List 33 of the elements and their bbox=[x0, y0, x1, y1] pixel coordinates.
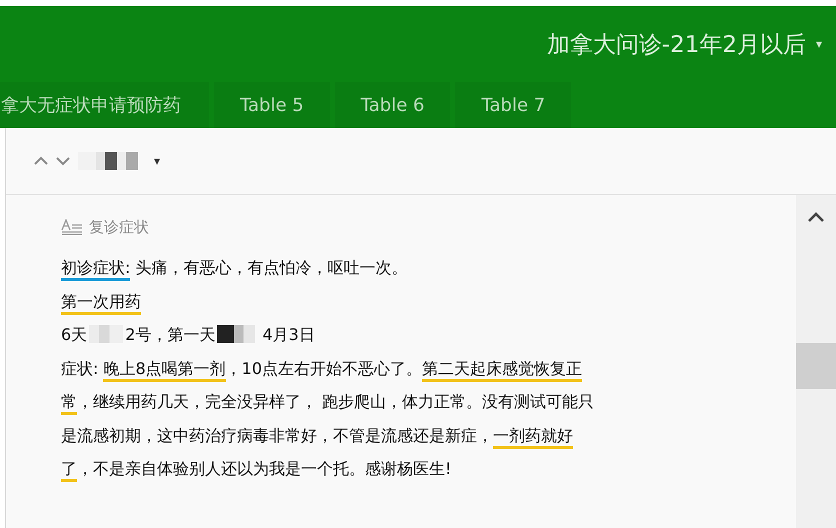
highlighted-phrase: 常 bbox=[61, 392, 77, 415]
note-text: ，继续用药几天，完全没异样了， 跑步爬山，体力正常。没有测试可能只 bbox=[77, 392, 594, 412]
highlighted-phrase: 一剂药就好 bbox=[493, 426, 573, 448]
note-text: ，不是亲自体验别人还以为我是一个托。感谢杨医生! bbox=[77, 459, 452, 479]
note-text: 是流感初期，这中药治疗病毒非常好，不管是流感还是新症， bbox=[61, 426, 493, 446]
highlighted-phrase: 初诊症状: bbox=[61, 258, 130, 281]
dropdown-caret-icon[interactable]: ▾ bbox=[816, 37, 822, 51]
note-text: 2号，第一天 bbox=[125, 325, 216, 345]
note-text: 症状: bbox=[61, 358, 100, 378]
redacted-name bbox=[78, 152, 138, 170]
highlighted-phrase: 了 bbox=[61, 459, 77, 482]
text-format-icon bbox=[61, 219, 83, 235]
chevron-down-icon[interactable] bbox=[56, 156, 70, 166]
highlighted-phrase: 第一次用药 bbox=[61, 292, 141, 314]
highlighted-phrase: 晚上8点喝第一剂 bbox=[103, 358, 226, 382]
redacted-text bbox=[89, 325, 124, 343]
spreadsheet-title[interactable]: 加拿大问诊-21年2月以后 bbox=[546, 28, 806, 60]
chevron-up-icon[interactable] bbox=[34, 156, 48, 166]
sheet-tab[interactable]: 拿大无症状申请预防药 bbox=[0, 82, 209, 128]
sheet-tab[interactable]: Table 7 bbox=[455, 82, 572, 128]
redacted-text bbox=[217, 325, 256, 343]
scroll-up-icon[interactable] bbox=[807, 211, 825, 223]
dropdown-caret-icon[interactable]: ▾ bbox=[154, 154, 160, 168]
section-title: 复诊症状 bbox=[89, 218, 149, 236]
scrollbar[interactable] bbox=[796, 195, 836, 528]
highlighted-phrase: 第二天起床感觉恢复正 bbox=[422, 358, 582, 382]
scrollbar-thumb[interactable] bbox=[796, 343, 836, 389]
note-text: 6天 bbox=[61, 325, 88, 345]
note-text: ，10点左右开始不恶心了。 bbox=[226, 358, 422, 378]
note-text: 4月3日 bbox=[261, 325, 315, 345]
note-text: 头痛，有恶心，有点怕冷，呕吐一次。 bbox=[134, 258, 408, 278]
sheet-tab[interactable]: Table 5 bbox=[214, 82, 330, 128]
sheet-tab[interactable]: Table 6 bbox=[334, 82, 450, 128]
